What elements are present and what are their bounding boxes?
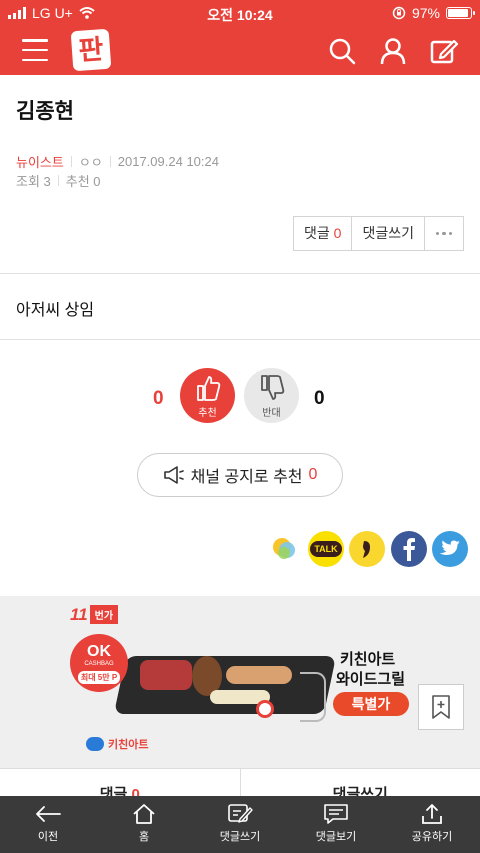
view-comments-icon — [324, 804, 348, 824]
status-bar: LG U+ 오전 10:24 97% — [0, 0, 480, 26]
ad-banner[interactable]: 11 번가 OK CASHBAG 최대 5만 P 키친아트 키친아트 와이드그릴 … — [0, 596, 480, 768]
ad-sale-badge: 특별가 — [333, 692, 409, 716]
ad-brand-logo: 11 번가 — [70, 604, 119, 625]
channel-count: 0 — [308, 466, 318, 483]
vote-section: 0 추천 반대 0 — [0, 368, 480, 424]
kakao-channel-icon[interactable] — [349, 531, 385, 567]
oppose-button[interactable]: 반대 — [244, 368, 299, 423]
ad-headline-2: 와이드그릴 — [336, 671, 406, 688]
back-arrow-icon — [36, 806, 61, 822]
twitter-icon[interactable] — [432, 531, 468, 567]
megaphone-icon — [163, 466, 184, 484]
post-body: 아저씨 상임 — [16, 302, 95, 319]
kakaotalk-icon[interactable]: TALK — [308, 531, 344, 567]
thumbs-down-icon — [261, 375, 285, 400]
write-comment-button[interactable]: 댓글쓰기 — [352, 217, 425, 250]
recommend-count: 추천 0 — [65, 174, 101, 189]
post-datetime: 2017.09.24 10:24 — [117, 154, 219, 169]
facebook-icon[interactable] — [391, 531, 427, 567]
edit-icon[interactable] — [430, 37, 458, 65]
recommend-label: 추천 — [198, 408, 217, 419]
post-title: 김종현 — [16, 100, 74, 123]
battery-icon — [446, 7, 475, 19]
home-button[interactable]: 홈 — [96, 796, 192, 853]
orientation-lock-icon — [392, 6, 406, 20]
share-icon — [422, 804, 442, 824]
back-button[interactable]: 이전 — [0, 796, 96, 853]
ad-headline-1: 키친아트 — [340, 651, 396, 668]
battery-percent: 97% — [411, 5, 440, 21]
more-options-icon[interactable] — [425, 217, 463, 250]
search-icon[interactable] — [328, 37, 356, 65]
maker-logo: 키친아트 — [86, 736, 148, 752]
write-comment-nav-button[interactable]: 댓글쓰기 — [192, 796, 288, 853]
post-action-buttons: 댓글 0 댓글쓰기 — [293, 216, 464, 251]
channel-label: 채널 공지로 추천 — [190, 469, 303, 486]
app-logo[interactable]: 판 — [70, 28, 112, 72]
recommend-button[interactable]: 추천 — [180, 368, 235, 423]
top-navigation: 판 — [0, 26, 480, 75]
comments-button[interactable]: 댓글 0 — [294, 217, 353, 250]
bottom-navigation: 이전 홈 댓글쓰기 댓글보기 공유하기 — [0, 796, 480, 853]
menu-icon[interactable] — [22, 39, 48, 61]
write-comment-icon — [228, 804, 253, 823]
user-icon[interactable] — [379, 37, 407, 65]
channel-recommend-button[interactable]: 채널 공지로 추천 0 — [137, 453, 343, 497]
thumbs-up-icon — [197, 376, 221, 401]
post-category[interactable]: 뉴이스트 — [16, 152, 64, 171]
divider — [0, 273, 480, 274]
ok-cashbag-badge: OK CASHBAG 최대 5만 P — [70, 634, 128, 692]
view-count: 조회 3 — [16, 174, 51, 189]
comment-tabs: 댓글 0 댓글쓰기 — [0, 768, 480, 798]
post-stats: 조회 3 추천 0 — [16, 171, 101, 190]
recommend-vote-count: 0 — [153, 388, 164, 409]
home-icon — [133, 804, 155, 824]
bookmark-add-icon[interactable] — [418, 684, 464, 730]
post-author: ㅇㅇ — [78, 155, 103, 170]
post-meta: 뉴이스트 ㅇㅇ 2017.09.24 10:24 — [16, 152, 219, 171]
tab-comments[interactable]: 댓글 0 — [0, 769, 241, 798]
tab-write-comment[interactable]: 댓글쓰기 — [241, 769, 480, 798]
divider — [0, 339, 480, 340]
oppose-label: 반대 — [262, 408, 281, 419]
share-button[interactable]: 공유하기 — [384, 796, 480, 853]
view-comments-button[interactable]: 댓글보기 — [288, 796, 384, 853]
oppose-vote-count: 0 — [314, 388, 325, 409]
kakaostory-icon[interactable] — [267, 531, 303, 567]
